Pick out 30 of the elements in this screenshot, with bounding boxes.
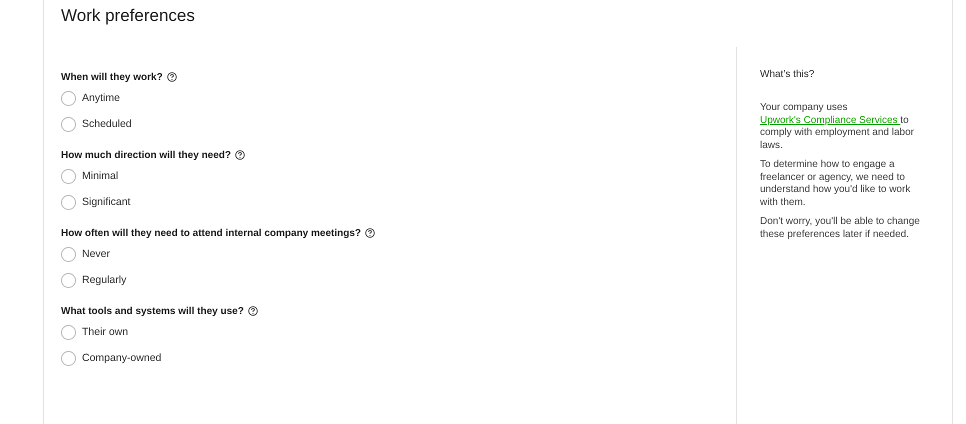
help-icon[interactable] (248, 306, 258, 316)
help-icon[interactable] (365, 228, 376, 238)
question-label: What tools and systems will they use? (61, 306, 244, 316)
question-label: How much direction will they need? (61, 150, 232, 160)
sidebar-paragraph: To determine how to engage a freelancer or agency, we need to understand how you'd like to work with them. (760, 159, 912, 209)
radio-button[interactable] (61, 90, 76, 106)
radio-button[interactable] (61, 246, 76, 262)
option-label: Their own (82, 326, 128, 338)
radio-button[interactable] (61, 168, 76, 184)
help-icon[interactable] (235, 150, 246, 160)
question-label: How often will they need to attend internal company meetings? (61, 228, 362, 238)
sidebar-paragraph: Don't worry, you'll be able to change these preferences later if needed. (760, 216, 920, 241)
radio-button[interactable] (61, 194, 76, 210)
help-icon[interactable] (166, 72, 177, 82)
option-label: Anytime (82, 92, 120, 104)
option-label: Never (82, 248, 110, 260)
radio-button[interactable] (61, 324, 76, 340)
option-label: Scheduled (82, 118, 132, 130)
question-label: When will they work? (61, 72, 163, 82)
radio-button[interactable] (61, 350, 76, 366)
radio-button[interactable] (61, 272, 76, 288)
option-label: Minimal (82, 170, 118, 182)
compliance-link[interactable]: Upwork's Compliance Services (760, 114, 900, 126)
option-label: Significant (82, 196, 130, 208)
radio-button[interactable] (61, 116, 76, 132)
sidebar-paragraph: Your company uses Upwork's Compliance Services to comply with employment and labor laws. (760, 102, 915, 152)
option-label: Company-owned (82, 352, 162, 364)
section-title: Work preferences (61, 5, 196, 27)
option-label: Regularly (82, 274, 126, 286)
sidebar-heading: What’s this? (760, 69, 816, 80)
